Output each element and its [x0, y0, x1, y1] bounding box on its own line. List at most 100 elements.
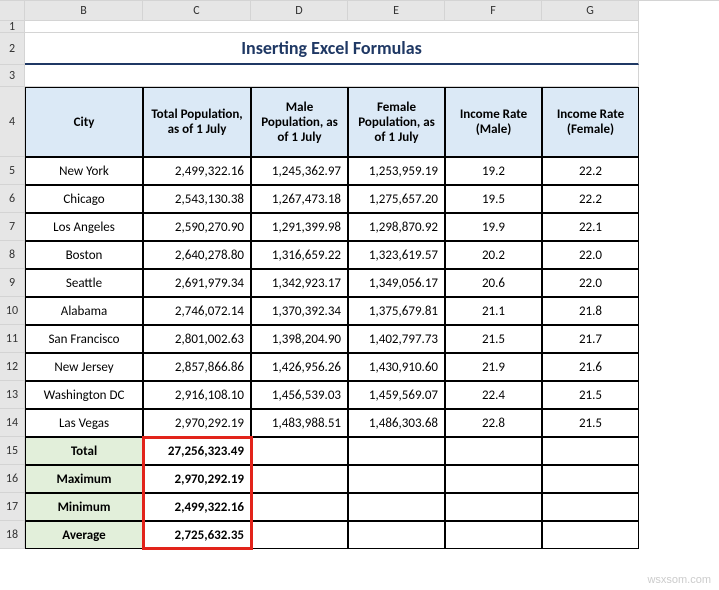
row-header[interactable]: 11 [0, 325, 25, 353]
empty-cell[interactable] [348, 521, 445, 549]
row-header[interactable]: 18 [0, 521, 25, 549]
cell-total[interactable]: 2,801,002.63 [143, 325, 251, 353]
cell-city[interactable]: Los Angeles [25, 213, 143, 241]
select-all-corner[interactable] [0, 1, 25, 21]
cell-male[interactable]: 1,267,473.18 [251, 185, 348, 213]
row-header[interactable]: 5 [0, 157, 25, 185]
cell-irf[interactable]: 21.5 [542, 409, 639, 437]
cell-irf[interactable]: 22.0 [542, 241, 639, 269]
cell-total[interactable]: 2,499,322.16 [143, 157, 251, 185]
cell-irm[interactable]: 21.5 [445, 325, 542, 353]
empty-cell[interactable] [25, 21, 639, 33]
row-header[interactable]: 12 [0, 353, 25, 381]
cell-female[interactable]: 1,375,679.81 [348, 297, 445, 325]
col-header-E[interactable]: E [348, 1, 445, 21]
row-header[interactable]: 10 [0, 297, 25, 325]
empty-cell[interactable] [251, 493, 348, 521]
cell-city[interactable]: San Francisco [25, 325, 143, 353]
empty-cell[interactable] [251, 465, 348, 493]
cell-irf[interactable]: 22.2 [542, 185, 639, 213]
cell-total[interactable]: 2,746,072.14 [143, 297, 251, 325]
col-header-B[interactable]: B [25, 1, 143, 21]
row-header[interactable]: 16 [0, 465, 25, 493]
row-header[interactable]: 15 [0, 437, 25, 465]
empty-cell[interactable] [348, 437, 445, 465]
cell-irm[interactable]: 21.1 [445, 297, 542, 325]
cell-total[interactable]: 2,857,866.86 [143, 353, 251, 381]
cell-irm[interactable]: 22.8 [445, 409, 542, 437]
cell-male[interactable]: 1,245,362.97 [251, 157, 348, 185]
cell-irm[interactable]: 19.9 [445, 213, 542, 241]
cell-city[interactable]: Chicago [25, 185, 143, 213]
cell-city[interactable]: Boston [25, 241, 143, 269]
cell-total[interactable]: 2,916,108.10 [143, 381, 251, 409]
row-header[interactable]: 1 [0, 21, 25, 33]
empty-cell[interactable] [542, 465, 639, 493]
empty-cell[interactable] [25, 65, 639, 87]
cell-irm[interactable]: 21.9 [445, 353, 542, 381]
cell-city[interactable]: Seattle [25, 269, 143, 297]
summary-label-min[interactable]: Minimum [25, 493, 143, 521]
cell-irf[interactable]: 21.6 [542, 353, 639, 381]
row-header[interactable]: 7 [0, 213, 25, 241]
cell-irf[interactable]: 22.0 [542, 269, 639, 297]
summary-val-max[interactable]: 2,970,292.19 [143, 465, 251, 493]
col-header-F[interactable]: F [445, 1, 542, 21]
empty-cell[interactable] [445, 437, 542, 465]
cell-female[interactable]: 1,486,303.68 [348, 409, 445, 437]
cell-irm[interactable]: 19.5 [445, 185, 542, 213]
row-header[interactable]: 13 [0, 381, 25, 409]
cell-irf[interactable]: 21.5 [542, 381, 639, 409]
cell-city[interactable]: Alabama [25, 297, 143, 325]
cell-male[interactable]: 1,426,956.26 [251, 353, 348, 381]
cell-city[interactable]: Las Vegas [25, 409, 143, 437]
col-header-D[interactable]: D [251, 1, 348, 21]
cell-female[interactable]: 1,402,797.73 [348, 325, 445, 353]
cell-male[interactable]: 1,291,399.98 [251, 213, 348, 241]
cell-irm[interactable]: 20.6 [445, 269, 542, 297]
row-header[interactable]: 8 [0, 241, 25, 269]
cell-male[interactable]: 1,456,539.03 [251, 381, 348, 409]
summary-label-avg[interactable]: Average [25, 521, 143, 549]
cell-male[interactable]: 1,370,392.34 [251, 297, 348, 325]
cell-female[interactable]: 1,253,959.19 [348, 157, 445, 185]
empty-cell[interactable] [251, 437, 348, 465]
cell-irf[interactable]: 22.1 [542, 213, 639, 241]
cell-city[interactable]: New York [25, 157, 143, 185]
cell-irf[interactable]: 21.8 [542, 297, 639, 325]
cell-male[interactable]: 1,316,659.22 [251, 241, 348, 269]
cell-irm[interactable]: 20.2 [445, 241, 542, 269]
cell-total[interactable]: 2,691,979.34 [143, 269, 251, 297]
cell-female[interactable]: 1,349,056.17 [348, 269, 445, 297]
empty-cell[interactable] [348, 493, 445, 521]
row-header[interactable]: 2 [0, 33, 25, 65]
row-header[interactable]: 4 [0, 87, 25, 157]
col-header-C[interactable]: C [143, 1, 251, 21]
empty-cell[interactable] [445, 465, 542, 493]
row-header[interactable]: 9 [0, 269, 25, 297]
cell-irf[interactable]: 21.7 [542, 325, 639, 353]
summary-val-total[interactable]: 27,256,323.49 [143, 437, 251, 465]
summary-val-min[interactable]: 2,499,322.16 [143, 493, 251, 521]
cell-total[interactable]: 2,590,270.90 [143, 213, 251, 241]
cell-female[interactable]: 1,275,657.20 [348, 185, 445, 213]
cell-irf[interactable]: 22.2 [542, 157, 639, 185]
summary-label-total[interactable]: Total [25, 437, 143, 465]
cell-female[interactable]: 1,298,870.92 [348, 213, 445, 241]
empty-cell[interactable] [542, 493, 639, 521]
cell-city[interactable]: New Jersey [25, 353, 143, 381]
empty-cell[interactable] [445, 521, 542, 549]
cell-male[interactable]: 1,342,923.17 [251, 269, 348, 297]
cell-total[interactable]: 2,970,292.19 [143, 409, 251, 437]
cell-total[interactable]: 2,640,278.80 [143, 241, 251, 269]
empty-cell[interactable] [542, 521, 639, 549]
row-header[interactable]: 3 [0, 65, 25, 87]
row-header[interactable]: 17 [0, 493, 25, 521]
summary-label-max[interactable]: Maximum [25, 465, 143, 493]
cell-female[interactable]: 1,459,569.07 [348, 381, 445, 409]
cell-male[interactable]: 1,398,204.90 [251, 325, 348, 353]
empty-cell[interactable] [445, 493, 542, 521]
cell-city[interactable]: Washington DC [25, 381, 143, 409]
row-header[interactable]: 6 [0, 185, 25, 213]
empty-cell[interactable] [542, 437, 639, 465]
